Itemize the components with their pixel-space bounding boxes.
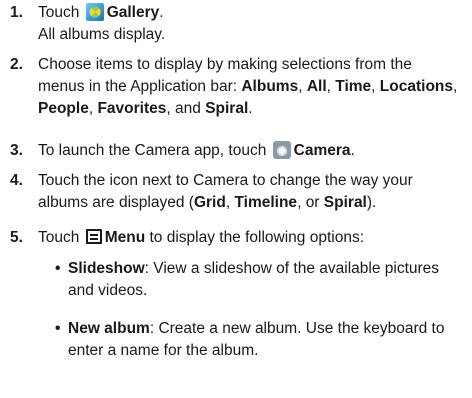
menu-item-all: All [306,78,327,95]
step-text-part: All albums display. [38,26,166,43]
step-text-part: Touch [38,229,80,246]
step-number: 2. [10,56,23,73]
step-text-part: Touch [38,4,80,21]
step-text-part: to display the following options: [149,229,365,246]
step-text: To launch the Camera app, touch Camera. [38,140,458,162]
bullet-text: Slideshow: View a slideshow of the avail… [68,258,458,302]
menu-item-spiral: Spiral [205,100,249,117]
bullet-label: Slideshow [68,260,145,277]
menu-item-favorites: Favorites [97,100,167,117]
camera-icon [272,141,291,159]
step-text-part: and [175,100,201,117]
view-option-grid: Grid [193,194,226,211]
bullet-text: New album: Create a new album. Use the k… [68,318,458,362]
bullet-label: New album [68,320,150,337]
menu-item-time: Time [335,78,372,95]
gallery-icon [85,3,104,21]
step-text: Choose items to display by making select… [38,56,458,117]
view-option-spiral: Spiral [323,194,367,211]
step-text-part: or [305,194,320,211]
step-number: 4. [10,172,23,189]
menu-icon [85,229,102,244]
step-number: 1. [10,4,23,21]
menu-item-locations: Locations [379,78,453,95]
step-text: Touch Menu to display the following opti… [38,227,458,249]
bullet-dot: • [55,320,61,337]
step-number: 3. [10,142,23,159]
menu-item-people: People [38,100,89,117]
step-text-part: To launch the Camera app, touch [38,142,267,159]
step-text: Touch Gallery. All albums display. [38,2,458,46]
step-number: 5. [10,229,23,246]
step-text-part: . [159,4,164,21]
step-text: Touch the icon next to Camera to change … [38,172,413,211]
step-text-part: ). [366,194,377,211]
step-text-part: . [350,142,355,159]
menu-item-albums: Albums [241,78,299,95]
view-option-timeline: Timeline [234,194,298,211]
instruction-document: 1. Touch Gallery. All albums display. 2.… [0,0,472,398]
bullet-dot: • [55,260,61,277]
menu-label: Menu [104,229,146,246]
gallery-label: Gallery [106,4,160,21]
camera-label: Camera [293,142,351,159]
